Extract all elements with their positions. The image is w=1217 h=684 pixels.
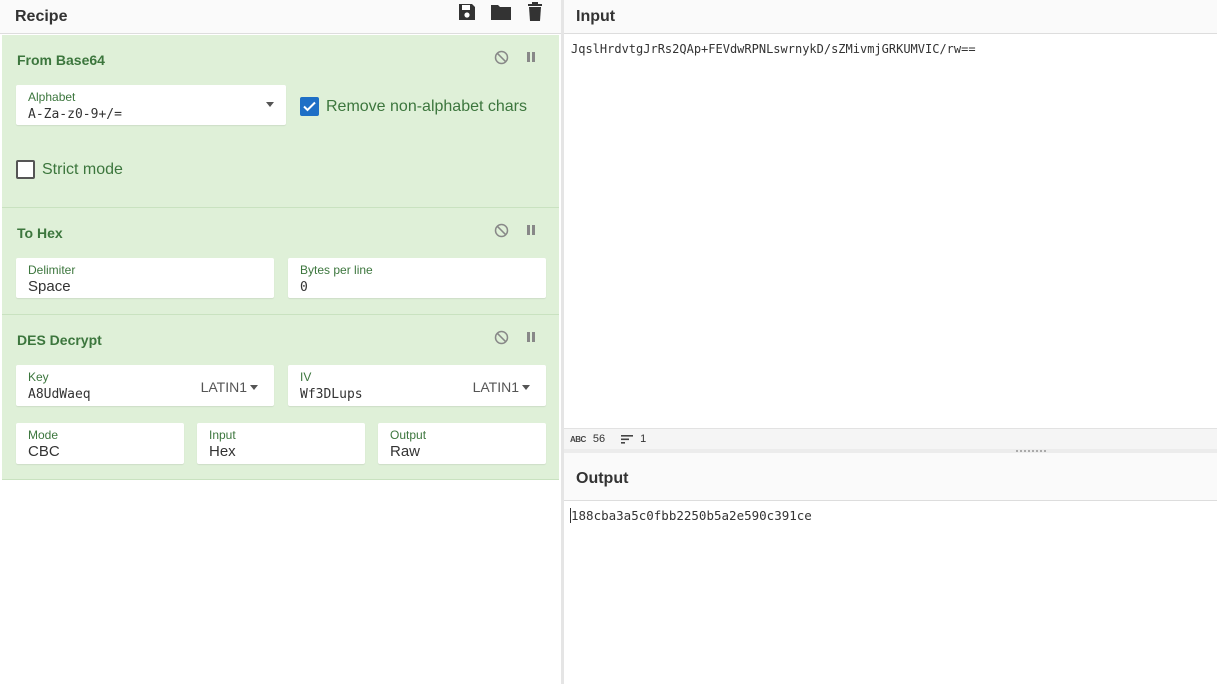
output-textarea[interactable]: 188cba3a5c0fbb2250b5a2e590c391ce	[571, 508, 812, 523]
disable-icon[interactable]	[493, 49, 509, 65]
alphabet-label: Alphabet	[28, 90, 76, 104]
input-title: Input	[576, 7, 616, 25]
recipe-pane: Recipe From Base64 Alphabet A-Za-z0-9+/=…	[0, 0, 561, 684]
char-count: ABC 56	[570, 433, 605, 445]
pause-icon[interactable]	[523, 222, 539, 238]
operation-to-hex: To Hex Delimiter Space Bytes per line 0	[2, 208, 559, 315]
input-header: Input	[564, 0, 1217, 34]
operation-des-decrypt: DES Decrypt Key A8UdWaeq LATIN1 IV Wf3DL…	[2, 315, 559, 480]
key-encoding-dropdown[interactable]: LATIN1	[201, 379, 258, 395]
input-format-value: Hex	[209, 443, 236, 460]
strict-mode-label: Strict mode	[42, 160, 123, 178]
bytes-per-line-input[interactable]: Bytes per line 0	[288, 258, 546, 298]
mode-value: CBC	[28, 443, 60, 460]
operation-controls	[493, 329, 539, 345]
alphabet-value: A-Za-z0-9+/=	[28, 107, 122, 122]
operation-title: DES Decrypt	[17, 332, 102, 348]
checkbox-checked-icon[interactable]	[300, 97, 319, 116]
folder-icon[interactable]	[490, 1, 512, 23]
resize-grip-icon[interactable]	[1016, 450, 1046, 452]
remove-nonalphabet-checkbox[interactable]: Remove non-alphabet chars	[300, 97, 527, 116]
operation-title: From Base64	[17, 52, 105, 68]
mode-label: Mode	[28, 428, 59, 442]
operation-controls	[493, 222, 539, 238]
key-encoding-value: LATIN1	[200, 379, 247, 395]
delimiter-label: Delimiter	[28, 263, 76, 277]
trash-icon[interactable]	[524, 1, 546, 23]
recipe-header-icons	[456, 1, 546, 23]
iv-value: Wf3DLups	[300, 387, 363, 402]
output-format-dropdown[interactable]: Output Raw	[378, 423, 546, 464]
output-header: Output	[564, 453, 1217, 501]
bytes-per-line-value: 0	[300, 280, 308, 295]
iv-input[interactable]: IV Wf3DLups LATIN1	[288, 365, 546, 406]
line-count-value: 1	[640, 433, 647, 445]
iv-encoding-value: LATIN1	[472, 379, 519, 395]
caret-down-icon	[522, 384, 530, 390]
char-count-value: 56	[592, 433, 606, 445]
caret-down-icon	[250, 384, 258, 390]
remove-nonalphabet-label: Remove non-alphabet chars	[326, 97, 528, 115]
input-pane: Input JqslHrdvtgJrRs2QAp+FEVdwRPNLswrnyk…	[564, 0, 1217, 449]
pause-icon[interactable]	[523, 329, 539, 345]
bytes-per-line-label: Bytes per line	[300, 263, 373, 277]
disable-icon[interactable]	[493, 222, 509, 238]
pause-icon[interactable]	[523, 49, 539, 65]
input-status-bar: ABC 56 1	[564, 428, 1217, 449]
operation-from-base64: From Base64 Alphabet A-Za-z0-9+/= Remove…	[2, 35, 559, 208]
output-format-value: Raw	[390, 443, 421, 460]
operation-title: To Hex	[17, 225, 63, 241]
delimiter-value: Space	[28, 278, 71, 295]
key-input[interactable]: Key A8UdWaeq LATIN1	[16, 365, 274, 406]
iv-label: IV	[300, 370, 312, 384]
iv-encoding-dropdown[interactable]: LATIN1	[473, 379, 530, 395]
chevron-down-icon	[266, 102, 274, 107]
output-format-label: Output	[390, 428, 427, 442]
output-title: Output	[576, 470, 629, 487]
alphabet-dropdown[interactable]: Alphabet A-Za-z0-9+/=	[16, 85, 286, 125]
strict-mode-checkbox[interactable]: Strict mode	[16, 160, 123, 179]
key-label: Key	[28, 370, 49, 384]
mode-dropdown[interactable]: Mode CBC	[16, 423, 184, 464]
disable-icon[interactable]	[493, 329, 509, 345]
char-count-icon: ABC	[570, 434, 586, 444]
save-icon[interactable]	[456, 1, 478, 23]
input-textarea[interactable]: JqslHrdvtgJrRs2QAp+FEVdwRPNLswrnykD/sZMi…	[571, 42, 976, 56]
lines-icon	[621, 435, 634, 444]
output-pane: Output 188cba3a5c0fbb2250b5a2e590c391ce	[564, 453, 1217, 684]
cyberchef-app: Recipe From Base64 Alphabet A-Za-z0-9+/=…	[0, 0, 1217, 684]
operation-controls	[493, 49, 539, 65]
delimiter-dropdown[interactable]: Delimiter Space	[16, 258, 274, 298]
input-format-dropdown[interactable]: Input Hex	[197, 423, 365, 464]
checkbox-unchecked-icon[interactable]	[16, 160, 35, 179]
key-value: A8UdWaeq	[28, 387, 91, 402]
line-count: 1	[621, 433, 646, 445]
input-format-label: Input	[209, 428, 236, 442]
recipe-title: Recipe	[15, 7, 68, 25]
